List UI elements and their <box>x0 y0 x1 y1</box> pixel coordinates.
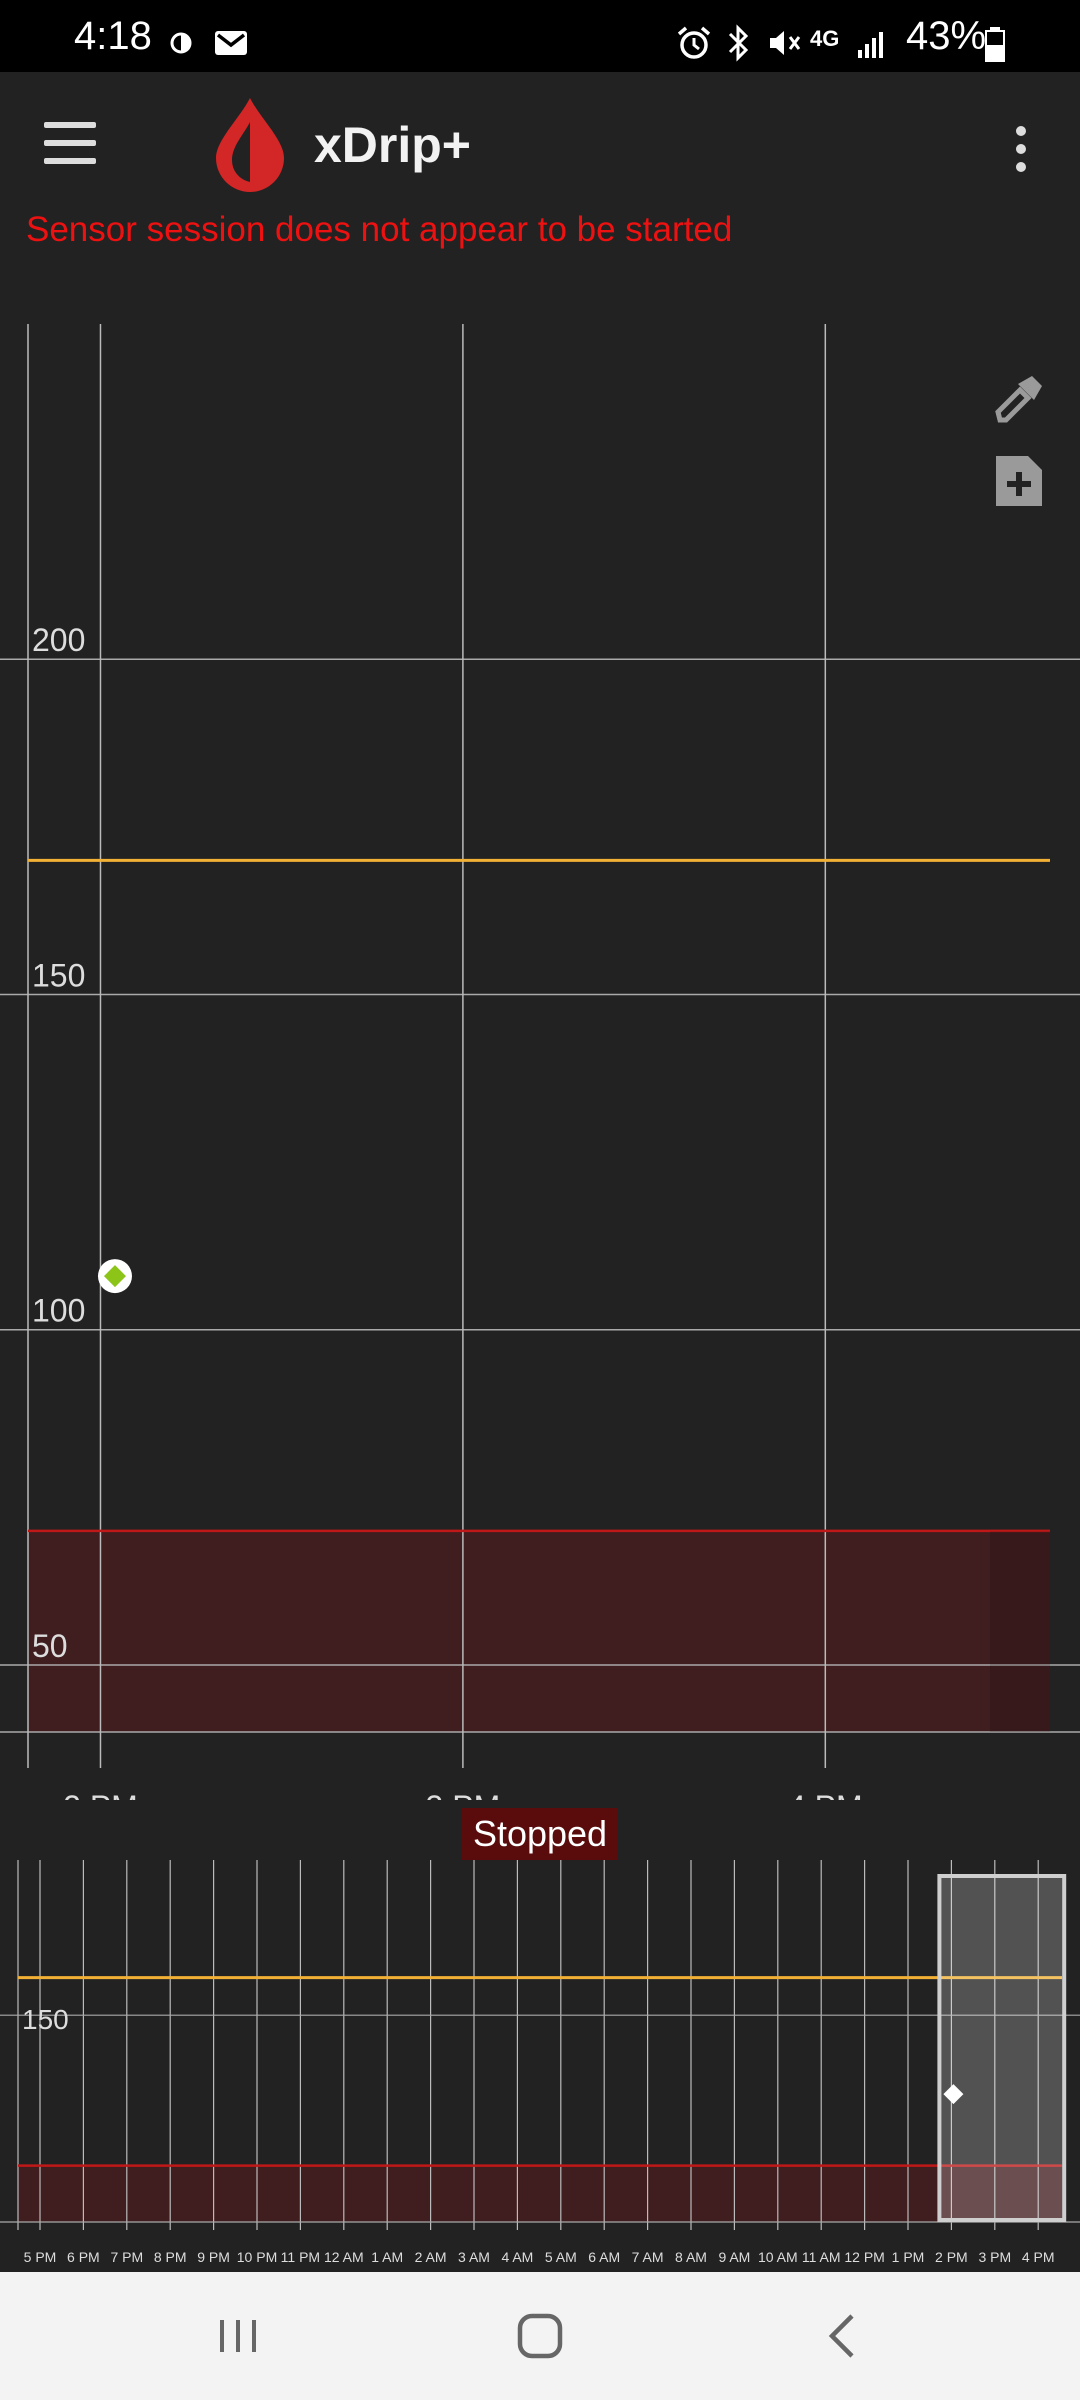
y-tick-label: 50 <box>32 1628 68 1664</box>
x-tick-label: 3 PM <box>426 1789 501 1800</box>
status-time: 4:18 <box>74 14 152 58</box>
x-tick-label: 6 AM <box>588 2249 620 2265</box>
future-shade <box>990 1530 1050 1732</box>
x-tick-label: 7 AM <box>632 2249 664 2265</box>
recent-apps-icon[interactable] <box>208 2306 268 2366</box>
x-tick-label: 4 PM <box>1022 2249 1055 2265</box>
app-logo <box>216 98 284 192</box>
home-icon[interactable] <box>510 2306 570 2366</box>
mute-icon <box>770 31 801 55</box>
x-tick-label: 11 AM <box>802 2249 841 2265</box>
x-tick-label: 1 AM <box>371 2249 403 2265</box>
low-range-band <box>28 1530 1050 1732</box>
alarm-icon <box>677 26 711 59</box>
x-tick-label: 1 PM <box>892 2249 925 2265</box>
x-tick-label: 2 AM <box>415 2249 447 2265</box>
signal-icon <box>858 32 883 58</box>
status-bar: 4:18 4G 43% <box>0 0 1080 72</box>
x-tick-label: 3 AM <box>458 2249 490 2265</box>
navigation-bar <box>0 2272 1080 2400</box>
x-tick-label: 9 AM <box>718 2249 750 2265</box>
low-range-band <box>18 2165 1062 2222</box>
bluetooth-icon <box>728 24 749 62</box>
x-tick-label: 10 PM <box>237 2249 277 2265</box>
gmail-icon <box>215 31 247 55</box>
add-note-icon[interactable] <box>990 452 1048 510</box>
x-tick-label: 11 PM <box>281 2249 320 2265</box>
x-tick-label: 5 AM <box>545 2249 577 2265</box>
main-glucose-chart[interactable]: 50 100 150 200 2 PM 3 PM 4 PM <box>0 300 1080 1800</box>
x-tick-label: 7 PM <box>110 2249 143 2265</box>
x-tick-label: 4 PM <box>788 1789 863 1800</box>
y-tick-label: 100 <box>32 1293 85 1329</box>
app-bar: xDrip+ <box>0 72 1080 222</box>
y-tick-label: 150 <box>32 957 85 993</box>
x-tick-label: 8 PM <box>154 2249 187 2265</box>
x-tick-label: 10 AM <box>758 2249 798 2265</box>
sensor-warning: Sensor session does not appear to be sta… <box>26 210 733 249</box>
x-tick-label: 8 AM <box>675 2249 707 2265</box>
network-type: 4G <box>810 26 840 51</box>
x-tick-label: 2 PM <box>935 2249 968 2265</box>
x-tick-label: 12 PM <box>844 2249 884 2265</box>
y-tick-label: 200 <box>32 622 85 658</box>
data-saver-icon <box>170 32 192 54</box>
battery-percent: 43% <box>906 14 987 58</box>
x-tick-label: 12 AM <box>324 2249 364 2265</box>
x-tick-label: 6 PM <box>67 2249 100 2265</box>
x-tick-label: 5 PM <box>24 2249 57 2265</box>
more-vert-icon[interactable] <box>1006 122 1038 178</box>
hamburger-menu-icon[interactable] <box>44 122 100 170</box>
battery-icon <box>985 27 1005 62</box>
back-icon[interactable] <box>812 2306 872 2366</box>
viewport-window[interactable] <box>937 1874 1067 2222</box>
app-title: xDrip+ <box>314 117 472 173</box>
x-tick-label: 4 AM <box>501 2249 533 2265</box>
preview-chart[interactable]: 5 PM 6 PM 7 PM 8 PM 9 PM 10 PM 11 PM 12 AM 1 AM 2… <box>0 1850 1080 2272</box>
eyedropper-icon[interactable] <box>990 370 1048 428</box>
x-tick-label: 9 PM <box>197 2249 230 2265</box>
x-tick-label: 3 PM <box>978 2249 1011 2265</box>
x-tick-label: 2 PM <box>63 1789 138 1800</box>
y-tick-label: 150 <box>22 2004 69 2035</box>
